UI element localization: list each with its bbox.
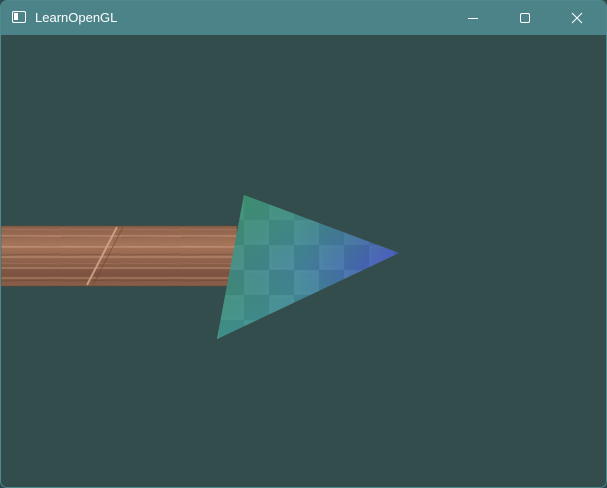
app-window: LearnOpenGL — [0, 0, 607, 488]
maximize-icon — [520, 13, 530, 23]
window-app-icon — [12, 11, 26, 23]
window-title: LearnOpenGL — [35, 10, 118, 25]
checker-triangle — [217, 195, 399, 339]
close-icon — [571, 12, 583, 24]
maximize-button[interactable] — [499, 1, 551, 35]
opengl-viewport[interactable] — [1, 35, 606, 487]
minimize-button[interactable] — [447, 1, 499, 35]
minimize-icon — [468, 18, 478, 19]
close-button[interactable] — [551, 1, 603, 35]
titlebar[interactable]: LearnOpenGL — [1, 1, 606, 35]
wooden-bar — [1, 225, 238, 287]
